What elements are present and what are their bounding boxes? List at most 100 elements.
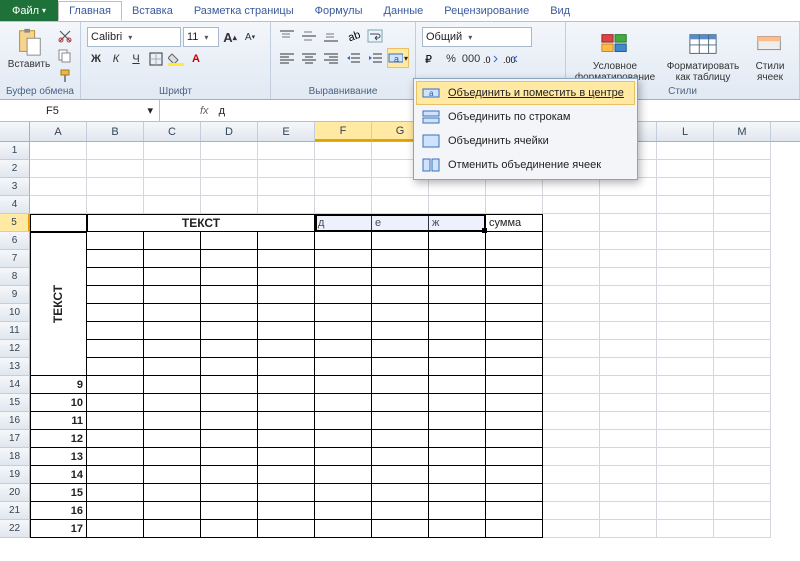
cell[interactable]	[144, 358, 201, 376]
cell[interactable]	[144, 250, 201, 268]
merged-header-cell[interactable]: ТЕКСТ	[87, 214, 315, 232]
cell[interactable]	[201, 268, 258, 286]
cell[interactable]	[657, 430, 714, 448]
cell[interactable]	[372, 232, 429, 250]
cell[interactable]	[486, 430, 543, 448]
cell[interactable]	[429, 322, 486, 340]
wrap-text-button[interactable]	[365, 27, 385, 45]
cell[interactable]	[486, 178, 543, 196]
cell[interactable]	[714, 142, 771, 160]
cell[interactable]	[486, 502, 543, 520]
cell[interactable]	[144, 142, 201, 160]
cell[interactable]	[201, 250, 258, 268]
cell[interactable]	[486, 484, 543, 502]
cell[interactable]	[600, 214, 657, 232]
cell[interactable]	[429, 178, 486, 196]
cell[interactable]: е	[372, 214, 429, 232]
percent-format-button[interactable]: %	[442, 50, 460, 68]
cell[interactable]	[714, 340, 771, 358]
cell[interactable]	[258, 376, 315, 394]
row-header[interactable]: 10	[0, 304, 30, 322]
cell[interactable]	[258, 160, 315, 178]
cell[interactable]	[144, 484, 201, 502]
cell[interactable]	[486, 268, 543, 286]
cell[interactable]	[657, 376, 714, 394]
cell[interactable]	[87, 484, 144, 502]
cell[interactable]	[429, 412, 486, 430]
merge-across-item[interactable]: Объединить по строкам	[416, 105, 635, 129]
row-header[interactable]: 5	[0, 214, 30, 232]
cell[interactable]	[201, 286, 258, 304]
cell[interactable]	[315, 178, 372, 196]
cell[interactable]	[258, 232, 315, 250]
select-all-cell[interactable]	[0, 122, 30, 141]
cell[interactable]	[600, 358, 657, 376]
cell[interactable]	[372, 376, 429, 394]
cell[interactable]	[657, 466, 714, 484]
cell[interactable]	[372, 286, 429, 304]
cell[interactable]	[201, 502, 258, 520]
cell[interactable]	[315, 196, 372, 214]
cell[interactable]	[543, 466, 600, 484]
col-header[interactable]: B	[87, 122, 144, 141]
cell[interactable]	[714, 430, 771, 448]
cell[interactable]	[30, 142, 87, 160]
cell[interactable]	[714, 160, 771, 178]
format-painter-button[interactable]	[56, 67, 74, 85]
row-header[interactable]: 6	[0, 232, 30, 250]
col-header[interactable]: M	[714, 122, 771, 141]
cell[interactable]	[657, 268, 714, 286]
cell[interactable]	[714, 520, 771, 538]
cell[interactable]	[201, 340, 258, 358]
cell[interactable]	[372, 448, 429, 466]
cell[interactable]	[372, 304, 429, 322]
cell[interactable]	[87, 142, 144, 160]
cell[interactable]	[486, 376, 543, 394]
cell[interactable]	[600, 502, 657, 520]
cell[interactable]	[315, 376, 372, 394]
cell[interactable]	[714, 322, 771, 340]
align-top-button[interactable]	[277, 27, 297, 45]
cell-styles-button[interactable]: Стили ячеек	[748, 26, 792, 83]
spreadsheet-grid[interactable]: A B C D E F G H I J K L M 12345дежсумма6…	[0, 122, 800, 538]
row-header[interactable]: 9	[0, 286, 30, 304]
paste-button[interactable]: Вставить	[6, 24, 52, 70]
row-header[interactable]: 15	[0, 394, 30, 412]
cell[interactable]	[429, 394, 486, 412]
cell[interactable]	[372, 394, 429, 412]
cell[interactable]	[486, 322, 543, 340]
cell[interactable]	[714, 232, 771, 250]
cell[interactable]	[315, 394, 372, 412]
cell[interactable]	[714, 448, 771, 466]
cell[interactable]	[87, 268, 144, 286]
align-left-button[interactable]	[277, 49, 297, 67]
cell[interactable]	[144, 430, 201, 448]
cell[interactable]	[600, 376, 657, 394]
font-name-select[interactable]: Calibri▾	[87, 27, 181, 47]
cell[interactable]	[600, 394, 657, 412]
cell[interactable]	[144, 394, 201, 412]
cell[interactable]	[144, 196, 201, 214]
cell[interactable]	[315, 268, 372, 286]
cell[interactable]	[486, 304, 543, 322]
col-header[interactable]: E	[258, 122, 315, 141]
cell[interactable]	[315, 448, 372, 466]
cell[interactable]	[258, 430, 315, 448]
cell[interactable]	[600, 322, 657, 340]
cell[interactable]	[429, 232, 486, 250]
cell[interactable]	[543, 340, 600, 358]
cell[interactable]	[87, 412, 144, 430]
copy-button[interactable]	[56, 47, 74, 65]
cell[interactable]	[543, 520, 600, 538]
cell[interactable]	[372, 502, 429, 520]
cell[interactable]	[372, 484, 429, 502]
conditional-formatting-button[interactable]: Условное форматирование	[572, 26, 658, 83]
cell[interactable]	[600, 286, 657, 304]
cell[interactable]	[714, 268, 771, 286]
cell[interactable]	[543, 196, 600, 214]
cell[interactable]	[429, 340, 486, 358]
cell[interactable]	[372, 358, 429, 376]
merge-cells-button[interactable]: a▾	[387, 48, 409, 68]
cell[interactable]: сумма	[486, 214, 543, 232]
cell[interactable]	[315, 358, 372, 376]
